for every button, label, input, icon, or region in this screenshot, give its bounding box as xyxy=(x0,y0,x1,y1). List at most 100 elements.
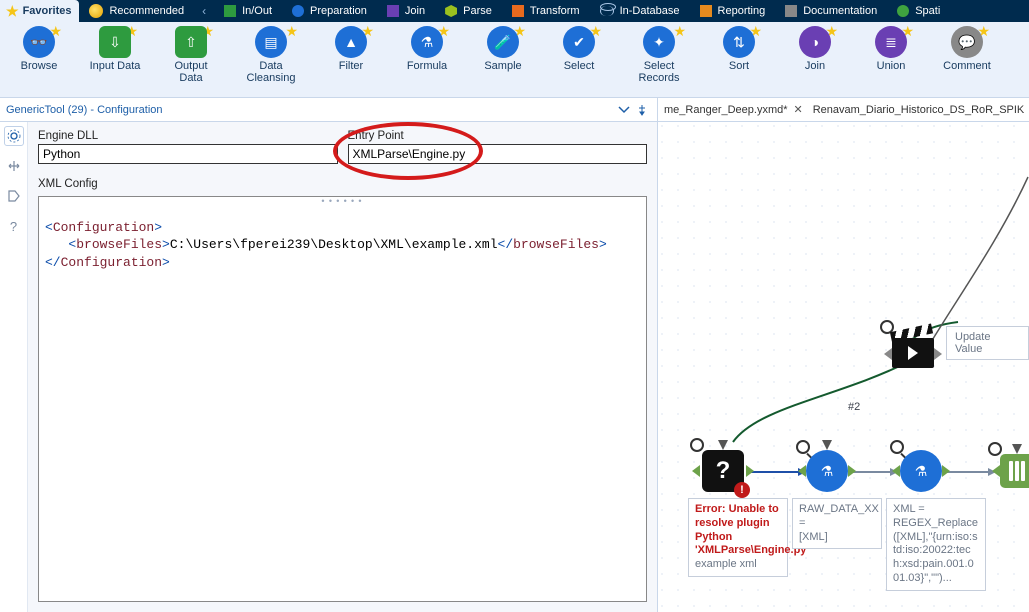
configuration-header: GenericTool (29) - Configuration xyxy=(0,98,657,122)
config-tab-annotation[interactable] xyxy=(4,186,24,206)
tab-parse[interactable]: Parse xyxy=(435,0,502,22)
engine-dll-input[interactable] xyxy=(38,144,338,164)
tool-label: Select Records xyxy=(626,60,692,84)
category-tabbar: ★ Favorites Recommended ‹ In/Out Prepara… xyxy=(0,0,1029,22)
tab-transform[interactable]: Transform xyxy=(502,0,590,22)
star-icon: ★ xyxy=(6,4,19,18)
unknown-tool-node[interactable]: ? ! xyxy=(702,450,744,492)
config-tab-properties[interactable] xyxy=(4,126,24,146)
tool-label: Filter xyxy=(339,60,363,72)
document-tab-1[interactable]: me_Ranger_Deep.yxmd* ✕ xyxy=(664,103,803,116)
tool-select[interactable]: ★✔Select xyxy=(550,26,608,72)
tool-label: Select xyxy=(564,60,595,72)
tab-label: Preparation xyxy=(310,5,367,17)
tab-label: Documentation xyxy=(803,5,877,17)
tab-preparation[interactable]: Preparation xyxy=(282,0,377,22)
error-badge-icon: ! xyxy=(734,482,750,498)
tab-label: In/Out xyxy=(242,5,272,17)
tool-formula[interactable]: ★⚗Formula xyxy=(398,26,456,72)
tab-spatial[interactable]: Spati xyxy=(887,0,950,22)
union-icon: ≣ xyxy=(885,34,897,51)
tool-label: Comment xyxy=(943,60,991,72)
tool-browse[interactable]: ★👓Browse xyxy=(10,26,68,72)
binoculars-icon: 👓 xyxy=(30,34,47,51)
collapse-button[interactable] xyxy=(615,101,633,119)
config-tab-nav[interactable] xyxy=(4,156,24,176)
bulb-icon xyxy=(89,4,103,18)
tab-documentation[interactable]: Documentation xyxy=(775,0,887,22)
square-icon xyxy=(387,5,399,17)
config-tab-help[interactable]: ? xyxy=(4,216,24,236)
tool-input-data[interactable]: ★⇩Input Data xyxy=(86,26,144,72)
workflow-pane: me_Ranger_Deep.yxmd* ✕ Renavam_Diario_Hi… xyxy=(658,98,1029,612)
close-icon[interactable]: ✕ xyxy=(794,103,803,116)
formula-node-1[interactable]: ⚗ xyxy=(806,450,848,492)
magnifier-icon xyxy=(988,442,1002,456)
tool-sample[interactable]: ★🧪Sample xyxy=(474,26,532,72)
comment-icon: 💬 xyxy=(958,34,975,51)
help-icon: ? xyxy=(10,219,17,234)
example-caption: example xml xyxy=(695,558,757,570)
tool-output-data[interactable]: ★⇧Output Data xyxy=(162,26,220,84)
tool-label: Sample xyxy=(484,60,521,72)
formula-icon: ⚗ xyxy=(421,34,434,51)
formula-node-2[interactable]: ⚗ xyxy=(900,450,942,492)
formula-icon: ⚗ xyxy=(915,463,928,480)
output-node[interactable] xyxy=(1000,454,1029,488)
tab-reporting[interactable]: Reporting xyxy=(690,0,776,22)
tool-data-cleansing[interactable]: ★▤Data Cleansing xyxy=(238,26,304,84)
macro-action-node[interactable] xyxy=(892,332,934,372)
tab-favorites[interactable]: ★ Favorites xyxy=(0,0,79,22)
tool-join[interactable]: ★◑Join xyxy=(786,26,844,72)
workflow-canvas[interactable]: #2 Update Value ? ! xyxy=(658,122,1029,612)
document-tab-2[interactable]: Renavam_Diario_Historico_DS_RoR_SPIK xyxy=(813,104,1025,116)
circle-icon xyxy=(292,5,304,17)
cleansing-icon: ▤ xyxy=(264,34,277,51)
formula-node-1-caption: RAW_DATA_XX = [XML] xyxy=(792,498,882,549)
pin-icon xyxy=(636,104,648,116)
config-sidebar: ? xyxy=(0,122,28,612)
resize-grip-icon[interactable]: •••••• xyxy=(320,196,364,208)
tab-recommended[interactable]: Recommended xyxy=(79,0,194,22)
configuration-title: GenericTool (29) - Configuration xyxy=(6,104,163,116)
entry-point-input[interactable] xyxy=(348,144,648,164)
pin-button[interactable] xyxy=(633,101,651,119)
magnifier-icon xyxy=(690,438,704,452)
tool-comment[interactable]: ★💬Comment xyxy=(938,26,996,72)
tool-sort[interactable]: ★⇅Sort xyxy=(710,26,768,72)
tab-inout[interactable]: In/Out xyxy=(214,0,282,22)
update-value-label: Update Value xyxy=(946,326,1029,360)
square-icon xyxy=(512,5,524,17)
xml-config-label: XML Config xyxy=(38,178,647,190)
tool-select-records[interactable]: ★✦Select Records xyxy=(626,26,692,84)
xml-config-editor[interactable]: ••••••<Configuration> <browseFiles>C:\Us… xyxy=(38,196,647,602)
globe-icon xyxy=(897,5,909,17)
document-icon xyxy=(785,5,797,17)
configuration-pane: GenericTool (29) - Configuration ? Engin… xyxy=(0,98,658,612)
tool-union[interactable]: ★≣Union xyxy=(862,26,920,72)
hexagon-icon xyxy=(445,5,457,17)
entry-point-label: Entry Point xyxy=(348,130,648,142)
error-node-caption: Error: Unable to resolve plugin Python '… xyxy=(688,498,788,577)
sample-icon: 🧪 xyxy=(494,34,511,51)
tool-ribbon: ★👓Browse ★⇩Input Data ★⇧Output Data ★▤Da… xyxy=(0,22,1029,98)
tab-indatabase[interactable]: In-Database xyxy=(590,0,690,22)
tab-label: Parse xyxy=(463,5,492,17)
tool-label: Browse xyxy=(21,60,58,72)
tab-join[interactable]: Join xyxy=(377,0,435,22)
tool-filter[interactable]: ★▲Filter xyxy=(322,26,380,72)
tab-scroll-left[interactable]: ‹ xyxy=(194,0,214,22)
tab-favorites-label: Favorites xyxy=(23,5,72,17)
tab-label: Spati xyxy=(915,5,940,17)
arrows-icon xyxy=(7,159,21,173)
tool-label: Union xyxy=(877,60,906,72)
tab-label: Reporting xyxy=(718,5,766,17)
xml-text-content: C:\Users\fperei239\Desktop\XML\example.x… xyxy=(170,237,498,252)
database-icon xyxy=(600,6,614,16)
config-form: Engine DLL Entry Point XML Config ••••••… xyxy=(28,122,657,612)
input-icon: ⇩ xyxy=(109,34,121,51)
select-records-icon: ✦ xyxy=(653,34,665,51)
folder-icon xyxy=(224,5,236,17)
star-icon: ★ xyxy=(285,23,298,40)
report-icon xyxy=(700,5,712,17)
